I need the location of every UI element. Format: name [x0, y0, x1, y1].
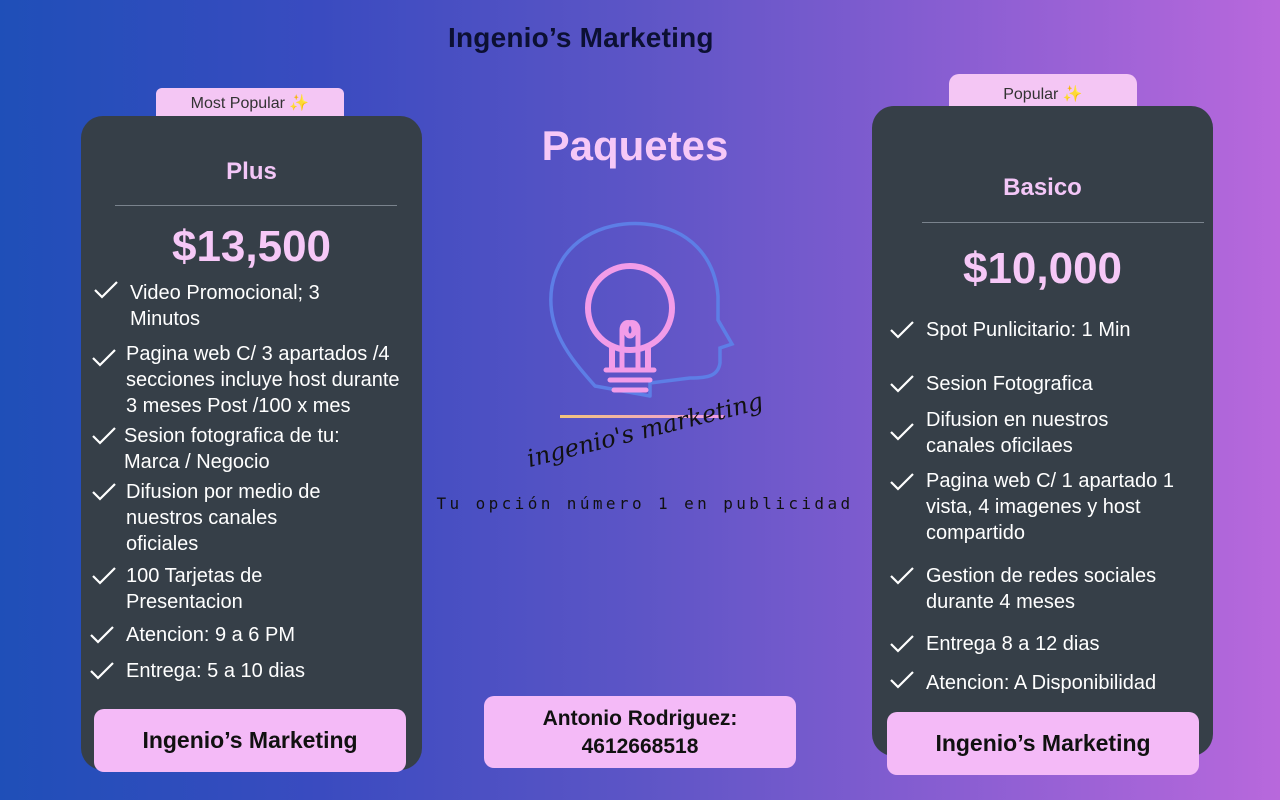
divider — [115, 205, 397, 206]
check-icon — [890, 635, 914, 653]
feature-item: Atencion: A Disponibilidad — [926, 672, 1157, 694]
check-icon — [92, 567, 116, 585]
plan-card-basico: Basico $10,000 Spot Punlicitario: 1 Min … — [872, 106, 1213, 756]
feature-item: Difusion en nuestros canales oficilaes — [926, 409, 1109, 457]
check-icon — [890, 671, 914, 689]
feature-item: 100 Tarjetas de Presentacion — [126, 565, 263, 613]
feature-item: Entrega 8 a 12 dias — [926, 633, 1100, 655]
popular-badge: Popular ✨ — [949, 74, 1137, 108]
divider — [922, 222, 1204, 223]
feature-item: Sesion Fotografica — [926, 373, 1093, 395]
check-icon — [890, 473, 914, 491]
feature-item: Atencion: 9 a 6 PM — [126, 624, 295, 646]
check-icon — [92, 427, 116, 445]
check-icon — [92, 483, 116, 501]
plan-card-plus: Plus $13,500 Video Promocional; 3 Minuto… — [81, 116, 422, 770]
check-icon — [90, 662, 114, 680]
lightbulb-head-icon — [549, 221, 735, 398]
tagline: Tu opción número 1 en publicidad — [436, 494, 854, 513]
feature-item: Video Promocional; 3 Minutos — [130, 282, 320, 330]
plan-price: $10,000 — [962, 244, 1123, 293]
contact-name: Antonio Rodriguez: — [542, 707, 738, 730]
plus-cta-button[interactable]: Ingenio’s Marketing — [94, 709, 406, 772]
feature-item: Pagina web C/ 1 apartado 1 vista, 4 imag… — [926, 470, 1174, 544]
feature-item: Difusion por medio de nuestros canales o… — [126, 481, 321, 555]
plan-name: Basico — [1003, 174, 1082, 201]
basico-cta-button[interactable]: Ingenio’s Marketing — [887, 712, 1199, 775]
check-icon — [890, 375, 914, 393]
check-icon — [890, 321, 914, 339]
page-title: Ingenio’s Marketing — [448, 22, 714, 53]
feature-item: Pagina web C/ 3 apartados /4 secciones i… — [126, 343, 400, 417]
check-icon — [890, 567, 914, 585]
plan-name: Plus — [226, 158, 277, 185]
section-title: Paquetes — [541, 122, 729, 169]
feature-item: Sesion fotografica de tu: Marca / Negoci… — [124, 425, 340, 473]
check-icon — [92, 349, 116, 367]
check-icon — [890, 423, 914, 441]
check-icon — [90, 626, 114, 644]
feature-item: Spot Punlicitario: 1 Min — [926, 319, 1131, 341]
contact-box: Antonio Rodriguez: 4612668518 — [484, 696, 796, 768]
contact-phone: 4612668518 — [581, 735, 699, 758]
check-icon — [94, 281, 118, 299]
feature-item: Entrega: 5 a 10 dias — [126, 660, 306, 682]
plan-price: $13,500 — [171, 222, 332, 271]
feature-item: Gestion de redes sociales durante 4 mese… — [926, 565, 1157, 613]
